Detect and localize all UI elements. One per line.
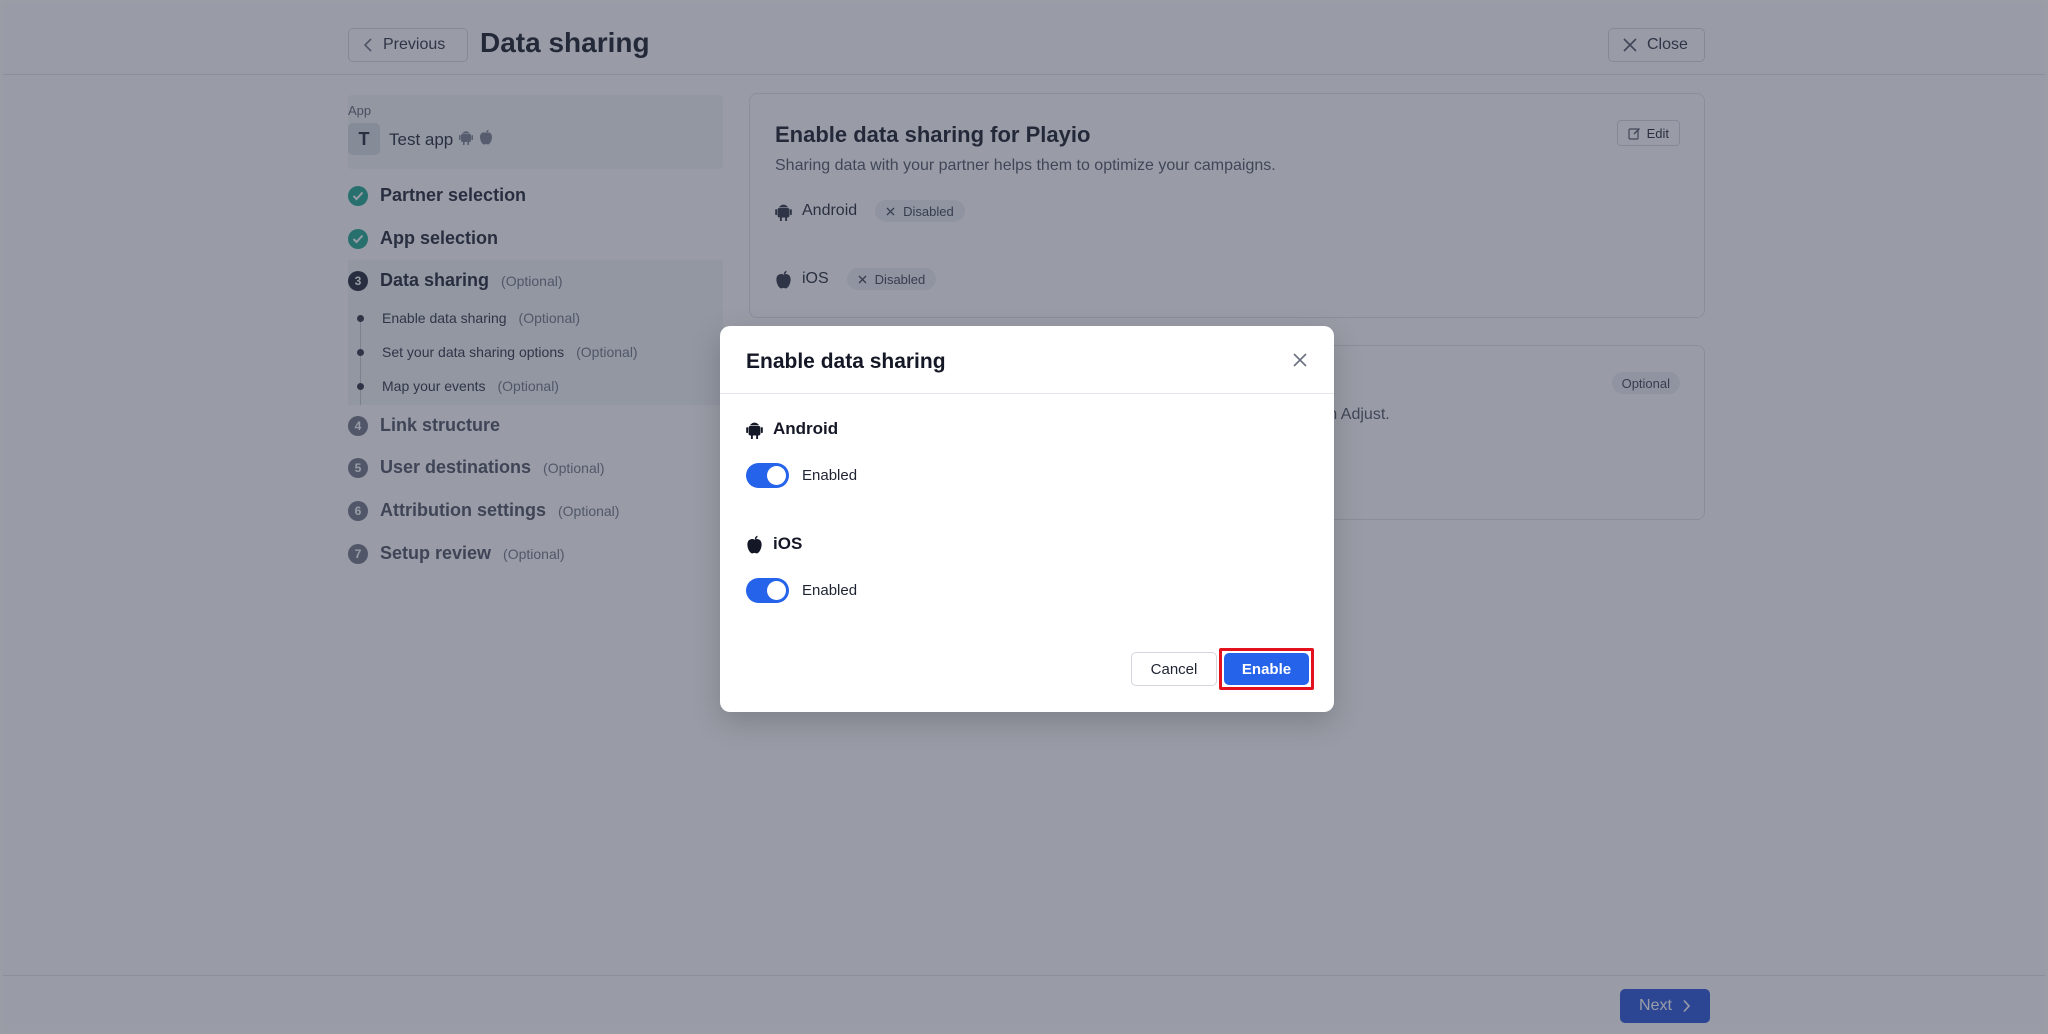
platform-name: iOS (773, 534, 803, 553)
enable-data-sharing-dialog: Enable data sharing Android Enabled iOS … (720, 326, 1334, 712)
close-icon[interactable] (1290, 350, 1310, 370)
enable-button[interactable]: Enable (1224, 653, 1309, 685)
ios-enable-toggle[interactable] (746, 578, 789, 603)
android-icon (746, 420, 763, 439)
apple-icon (746, 535, 763, 554)
app-window: Previous Data sharing Close App T Test a… (0, 0, 2048, 1034)
toggle-label: Enabled (802, 582, 858, 599)
android-toggle-row: Enabled (746, 463, 857, 488)
dialog-header: Enable data sharing (720, 326, 1334, 394)
ios-toggle-row: Enabled (746, 578, 857, 603)
cancel-button[interactable]: Cancel (1131, 652, 1217, 686)
toggle-label: Enabled (802, 467, 858, 484)
android-enable-toggle[interactable] (746, 463, 789, 488)
android-section-title: Android (746, 419, 838, 439)
platform-name: Android (773, 419, 839, 438)
dialog-title: Enable data sharing (746, 350, 946, 373)
ios-section-title: iOS (746, 534, 802, 554)
